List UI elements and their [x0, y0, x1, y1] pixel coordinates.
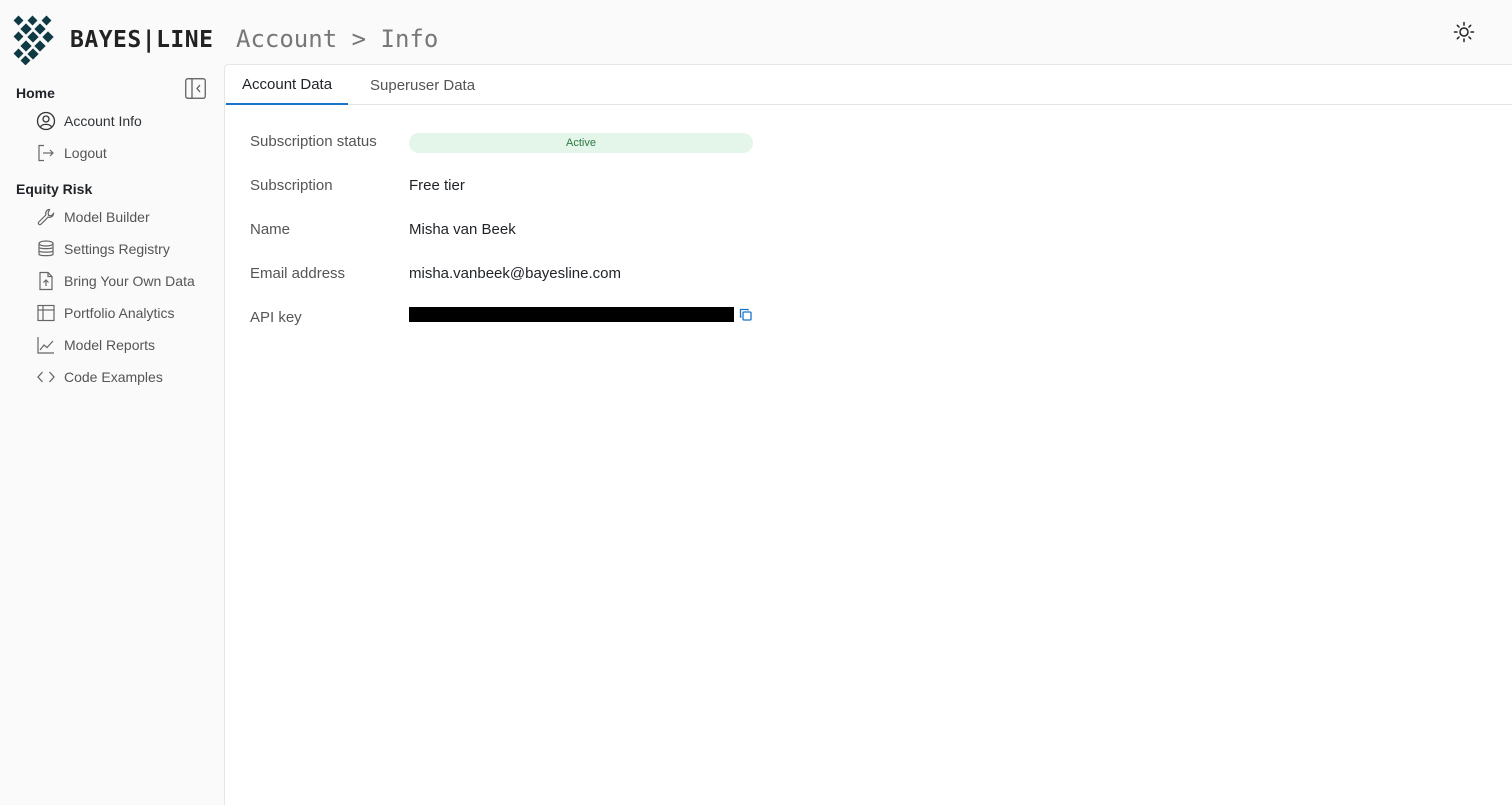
breadcrumb: Account > Info — [236, 25, 439, 53]
email-label: Email address — [250, 265, 346, 282]
tab-account-data[interactable]: Account Data — [226, 65, 349, 105]
sidebar-item-label: Model Reports — [64, 337, 156, 353]
collapse-sidebar-icon[interactable] — [185, 78, 206, 99]
sidebar-item-label: Model Builder — [64, 209, 150, 225]
sidebar-item-account-info[interactable]: Account Info — [36, 109, 216, 133]
sidebar — [0, 66, 224, 805]
line-chart-icon — [37, 337, 54, 354]
email-value: misha.vanbeek@bayesline.com — [409, 265, 621, 282]
wrench-icon — [37, 208, 55, 226]
sidebar-section-home: Home — [16, 85, 55, 101]
sidebar-item-label: Bring Your Own Data — [64, 273, 195, 289]
sidebar-item-settings-registry[interactable]: Settings Registry — [36, 237, 216, 261]
sidebar-section-equity-risk: Equity Risk — [16, 181, 93, 197]
subscription-status-label: Subscription status — [250, 133, 377, 150]
name-label: Name — [250, 221, 291, 238]
subscription-value: Free tier — [409, 177, 465, 194]
subscription-label: Subscription — [250, 177, 333, 194]
tab-bar: Account Data Superuser Data — [225, 65, 1512, 105]
bayesline-logo — [13, 15, 54, 65]
brand-name: BAYES|LINE — [70, 27, 214, 53]
sidebar-item-model-reports[interactable]: Model Reports — [36, 333, 216, 357]
name-value: Misha van Beek — [409, 221, 516, 238]
sidebar-item-label: Account Info — [64, 113, 142, 129]
sun-icon[interactable] — [1453, 21, 1475, 43]
api-key-label: API key — [250, 309, 302, 326]
file-upload-icon — [39, 271, 53, 291]
logout-icon — [38, 144, 54, 162]
api-key-value-redacted — [409, 307, 734, 322]
sidebar-item-label: Portfolio Analytics — [64, 305, 175, 321]
sidebar-item-portfolio-analytics[interactable]: Portfolio Analytics — [36, 301, 216, 325]
status-badge: Active — [409, 133, 753, 153]
sidebar-item-model-builder[interactable]: Model Builder — [36, 205, 216, 229]
app-header: BAYES|LINE Account > Info — [0, 0, 1512, 66]
sidebar-item-label: Logout — [64, 145, 107, 161]
sidebar-item-label: Settings Registry — [64, 241, 170, 257]
copy-icon[interactable] — [739, 308, 752, 321]
sidebar-item-logout[interactable]: Logout — [36, 141, 216, 165]
database-icon — [38, 240, 54, 257]
sidebar-item-bring-your-own-data[interactable]: Bring Your Own Data — [36, 269, 216, 293]
tab-superuser-data[interactable]: Superuser Data — [354, 65, 491, 105]
sidebar-item-label: Code Examples — [64, 369, 163, 385]
user-circle-icon — [36, 111, 56, 131]
sidebar-item-code-examples[interactable]: Code Examples — [36, 365, 216, 389]
code-icon — [37, 371, 55, 383]
main-panel: Account Data Superuser Data Subscription… — [224, 64, 1512, 805]
table-icon — [37, 304, 55, 322]
